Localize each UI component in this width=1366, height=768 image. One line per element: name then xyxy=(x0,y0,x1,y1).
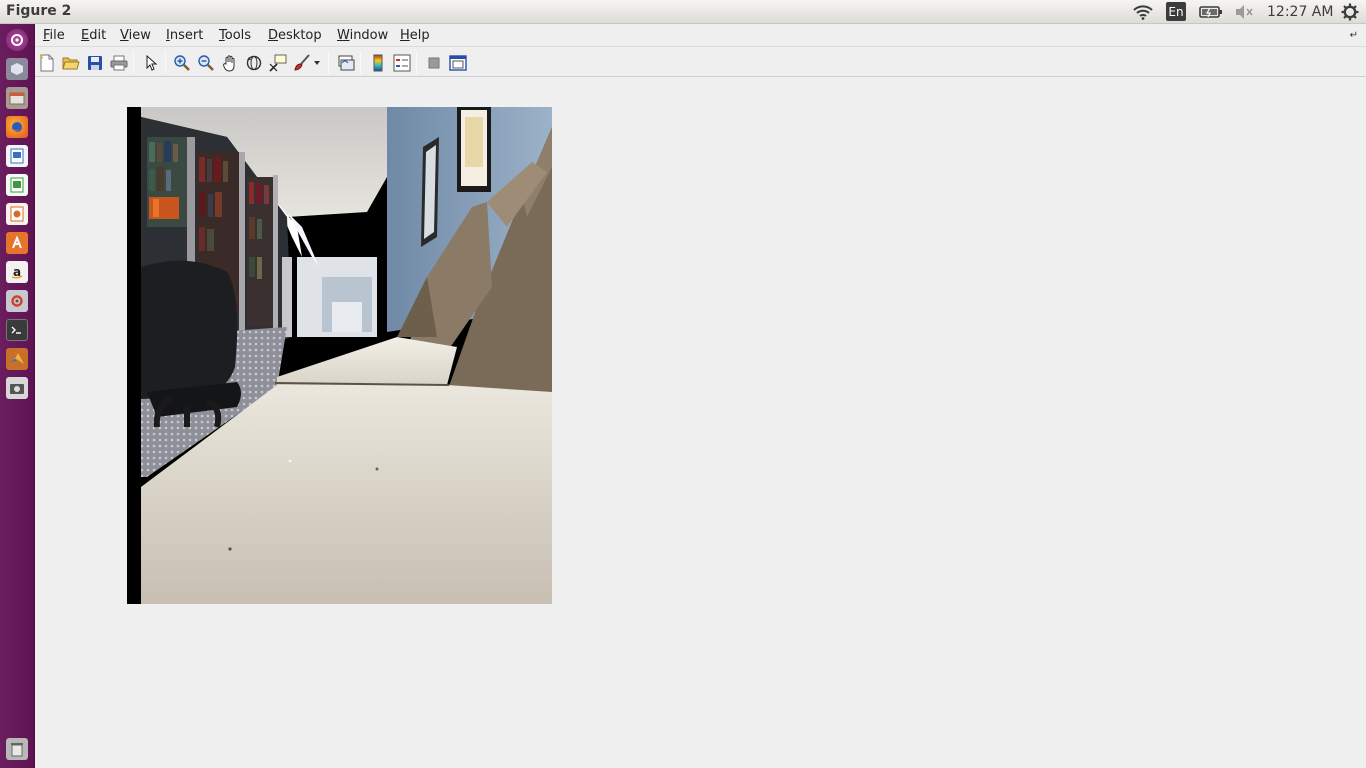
insert-colorbar-icon[interactable] xyxy=(368,53,388,73)
menu-file-label: ile xyxy=(49,28,65,43)
menu-window-label: indow xyxy=(349,28,389,43)
print-figure-icon[interactable] xyxy=(109,53,129,73)
menu-edit-label: dit xyxy=(89,28,107,43)
system-settings-gear-icon[interactable] xyxy=(1340,2,1360,22)
menu-view-label: iew xyxy=(128,28,151,43)
menu-bar: File Edit View Insert Tools Desktop Wind… xyxy=(35,24,1366,47)
menu-tools[interactable]: Tools xyxy=(219,28,251,43)
menu-file[interactable]: File xyxy=(43,28,65,43)
menu-view-mnemonic: V xyxy=(120,28,129,43)
keyboard-layout-indicator[interactable]: En xyxy=(1166,2,1186,21)
menu-help[interactable]: Help xyxy=(400,28,430,43)
open-file-icon[interactable] xyxy=(61,53,81,73)
calc-icon[interactable] xyxy=(6,174,28,196)
brush-icon[interactable] xyxy=(292,53,312,73)
terminal-icon[interactable] xyxy=(6,319,28,341)
volume-muted-icon[interactable] xyxy=(1233,2,1255,22)
rotate-3d-icon[interactable] xyxy=(244,53,264,73)
figure-canvas[interactable] xyxy=(35,78,1366,768)
pan-hand-icon[interactable] xyxy=(220,53,240,73)
show-plot-tools-icon[interactable] xyxy=(448,53,468,73)
toolbar-separator xyxy=(165,51,166,74)
link-plot-icon[interactable] xyxy=(336,53,356,73)
clock[interactable]: 12:27 AM xyxy=(1267,4,1333,20)
writer-icon[interactable] xyxy=(6,145,28,167)
menu-grip-icon[interactable]: ↵ xyxy=(1350,30,1358,41)
toolbar-separator xyxy=(133,51,134,74)
system-settings-icon[interactable] xyxy=(6,290,28,312)
battery-icon[interactable] xyxy=(1198,2,1224,22)
top-panel: Figure 2 En 12:27 AM xyxy=(0,0,1366,24)
data-cursor-icon[interactable] xyxy=(268,53,288,73)
menu-insert[interactable]: Insert xyxy=(166,28,203,43)
menu-view[interactable]: View xyxy=(120,28,151,43)
menu-tools-label: ools xyxy=(224,28,252,43)
files-manager-icon[interactable] xyxy=(6,87,28,109)
matlab-icon[interactable] xyxy=(6,348,28,370)
menu-desktop-label: esktop xyxy=(278,28,322,43)
files-icon[interactable] xyxy=(6,58,28,80)
brush-dropdown-chevron-down-icon[interactable] xyxy=(312,53,322,73)
trash-icon[interactable] xyxy=(6,738,28,760)
menu-edit-mnemonic: E xyxy=(81,28,90,43)
zoom-out-icon[interactable] xyxy=(196,53,216,73)
library-photo xyxy=(127,107,552,604)
firefox-icon[interactable] xyxy=(6,116,28,138)
amazon-icon[interactable]: a xyxy=(6,261,28,283)
edit-plot-arrow-icon[interactable] xyxy=(141,53,161,73)
dash-icon[interactable] xyxy=(6,29,28,51)
menu-help-mnemonic: H xyxy=(400,28,410,43)
impress-icon[interactable] xyxy=(6,203,28,225)
screenshot-icon[interactable] xyxy=(6,377,28,399)
launcher: a xyxy=(0,24,35,768)
zoom-in-icon[interactable] xyxy=(172,53,192,73)
new-figure-icon[interactable] xyxy=(37,53,57,73)
software-center-icon[interactable] xyxy=(6,232,28,254)
toolbar-separator xyxy=(328,51,329,74)
menu-edit[interactable]: Edit xyxy=(81,28,106,43)
wifi-icon[interactable] xyxy=(1132,2,1154,22)
menu-desktop-mnemonic: D xyxy=(268,28,279,43)
menu-window-mnemonic: W xyxy=(337,28,350,43)
figure-toolbar xyxy=(35,48,1366,77)
insert-legend-icon[interactable] xyxy=(392,53,412,73)
menu-insert-label: nsert xyxy=(169,28,204,43)
save-figure-icon[interactable] xyxy=(85,53,105,73)
figure-image[interactable] xyxy=(127,107,552,604)
window-title: Figure 2 xyxy=(6,3,72,19)
menu-desktop[interactable]: Desktop xyxy=(268,28,322,43)
menu-help-label: elp xyxy=(409,28,430,43)
menu-window[interactable]: Window xyxy=(337,28,388,43)
toolbar-separator xyxy=(416,51,417,74)
hide-plot-tools-icon[interactable] xyxy=(424,53,444,73)
toolbar-separator xyxy=(360,51,361,74)
